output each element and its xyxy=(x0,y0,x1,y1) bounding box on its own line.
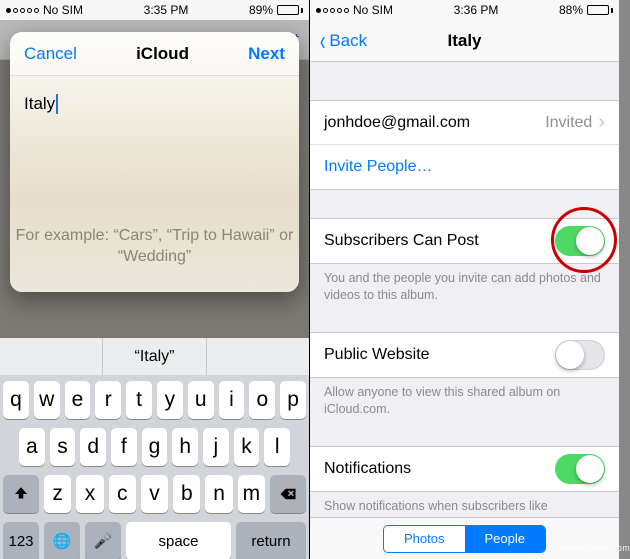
key-b[interactable]: b xyxy=(173,475,200,513)
status-bar: No SIM 3:35 PM 89% xyxy=(0,0,309,20)
battery-percent: 89% xyxy=(249,3,273,17)
key-s[interactable]: s xyxy=(50,428,76,466)
key-n[interactable]: n xyxy=(205,475,232,513)
album-name-value: Italy xyxy=(24,94,55,114)
shift-icon xyxy=(12,485,30,503)
invite-people-label: Invite People… xyxy=(324,158,605,176)
key-z[interactable]: z xyxy=(44,475,71,513)
notifications-toggle[interactable] xyxy=(555,454,605,484)
invitee-status: Invited xyxy=(545,114,592,132)
album-name-input[interactable]: Italy xyxy=(24,94,285,114)
public-website-section: Public Website xyxy=(310,332,619,378)
clock: 3:35 PM xyxy=(144,3,189,17)
clock: 3:36 PM xyxy=(454,3,499,17)
cancel-button[interactable]: Cancel xyxy=(24,44,77,64)
key-p[interactable]: p xyxy=(280,381,306,419)
key-w[interactable]: w xyxy=(34,381,60,419)
icloud-name-sheet: Cancel iCloud Next Italy For example: “C… xyxy=(10,32,299,292)
battery-icon xyxy=(277,5,303,15)
quicktype-bar: “Italy” xyxy=(0,338,309,375)
key-x[interactable]: x xyxy=(76,475,103,513)
suggestion-left[interactable] xyxy=(0,338,103,375)
phone-create-album: No SIM 3:35 PM 89% ‹ Albums Shared Album… xyxy=(0,0,309,559)
key-m[interactable]: m xyxy=(238,475,265,513)
nav-back-label: Back xyxy=(329,31,367,51)
mic-icon: 🎤 xyxy=(94,532,113,550)
key-q[interactable]: q xyxy=(3,381,29,419)
signal-dots-icon xyxy=(316,8,349,13)
next-button[interactable]: Next xyxy=(248,44,285,64)
subscribers-section: Subscribers Can Post xyxy=(310,218,619,264)
public-website-footer: Allow anyone to view this shared album o… xyxy=(310,378,619,418)
invitee-cell[interactable]: jonhdoe@gmail.com Invited › xyxy=(310,101,619,145)
notifications-label: Notifications xyxy=(324,460,555,478)
invitee-email: jonhdoe@gmail.com xyxy=(324,114,545,132)
subscribers-footer: You and the people you invite can add ph… xyxy=(310,264,619,304)
suggestion-right[interactable] xyxy=(207,338,309,375)
key-c[interactable]: c xyxy=(109,475,136,513)
key-r[interactable]: r xyxy=(95,381,121,419)
signal-dots-icon xyxy=(6,8,39,13)
backspace-icon xyxy=(279,485,297,503)
chevron-right-icon: › xyxy=(598,111,605,134)
invite-people-button[interactable]: Invite People… xyxy=(310,145,619,189)
key-h[interactable]: h xyxy=(172,428,198,466)
globe-icon: 🌐 xyxy=(53,532,72,550)
space-key[interactable]: space xyxy=(126,522,231,559)
segment-photos[interactable]: Photos xyxy=(384,526,464,552)
key-u[interactable]: u xyxy=(188,381,214,419)
subscribers-can-post-cell: Subscribers Can Post xyxy=(310,219,619,263)
notifications-footer: Show notifications when subscribers like xyxy=(310,492,619,515)
status-bar: No SIM 3:36 PM 88% xyxy=(310,0,619,20)
suggestion-center[interactable]: “Italy” xyxy=(103,338,206,375)
key-e[interactable]: e xyxy=(65,381,91,419)
numbers-key[interactable]: 123 xyxy=(3,522,39,559)
battery-percent: 88% xyxy=(559,3,583,17)
public-website-toggle[interactable] xyxy=(555,340,605,370)
key-t[interactable]: t xyxy=(126,381,152,419)
notifications-cell: Notifications xyxy=(310,447,619,491)
public-website-cell: Public Website xyxy=(310,333,619,377)
shift-key[interactable] xyxy=(3,475,39,513)
public-website-label: Public Website xyxy=(324,346,555,364)
battery-icon xyxy=(587,5,613,15)
example-text: For example: “Cars”, “Trip to Hawaii” or… xyxy=(10,225,299,268)
segment-people[interactable]: People xyxy=(465,526,545,552)
key-g[interactable]: g xyxy=(142,428,168,466)
carrier-label: No SIM xyxy=(353,3,393,17)
subscribers-can-post-label: Subscribers Can Post xyxy=(324,232,555,250)
keyboard: “Italy” qwertyuiop asdfghjkl zxcvbnm 123 xyxy=(0,338,309,559)
watermark-text: www.deuaq.com xyxy=(560,543,630,553)
key-k[interactable]: k xyxy=(234,428,260,466)
phone-album-settings: No SIM 3:36 PM 88% ‹ Back Italy jonhdoe@… xyxy=(310,0,619,559)
text-caret-icon xyxy=(56,94,58,114)
subscribers-can-post-toggle[interactable] xyxy=(555,226,605,256)
globe-key[interactable]: 🌐 xyxy=(44,522,80,559)
nav-back[interactable]: ‹ Back xyxy=(318,31,367,51)
key-f[interactable]: f xyxy=(111,428,137,466)
key-j[interactable]: j xyxy=(203,428,229,466)
key-y[interactable]: y xyxy=(157,381,183,419)
dictation-key[interactable]: 🎤 xyxy=(85,522,121,559)
return-key[interactable]: return xyxy=(236,522,306,559)
chevron-left-icon: ‹ xyxy=(320,34,326,48)
key-v[interactable]: v xyxy=(141,475,168,513)
carrier-label: No SIM xyxy=(43,3,83,17)
photos-people-segmented: Photos People xyxy=(383,525,546,553)
key-a[interactable]: a xyxy=(19,428,45,466)
key-i[interactable]: i xyxy=(219,381,245,419)
invitees-group: jonhdoe@gmail.com Invited › Invite Peopl… xyxy=(310,100,619,190)
sheet-title: iCloud xyxy=(136,44,189,64)
backspace-key[interactable] xyxy=(270,475,306,513)
nav-bar: ‹ Back Italy xyxy=(310,20,619,62)
key-o[interactable]: o xyxy=(249,381,275,419)
key-l[interactable]: l xyxy=(264,428,290,466)
key-d[interactable]: d xyxy=(80,428,106,466)
notifications-section: Notifications xyxy=(310,446,619,492)
